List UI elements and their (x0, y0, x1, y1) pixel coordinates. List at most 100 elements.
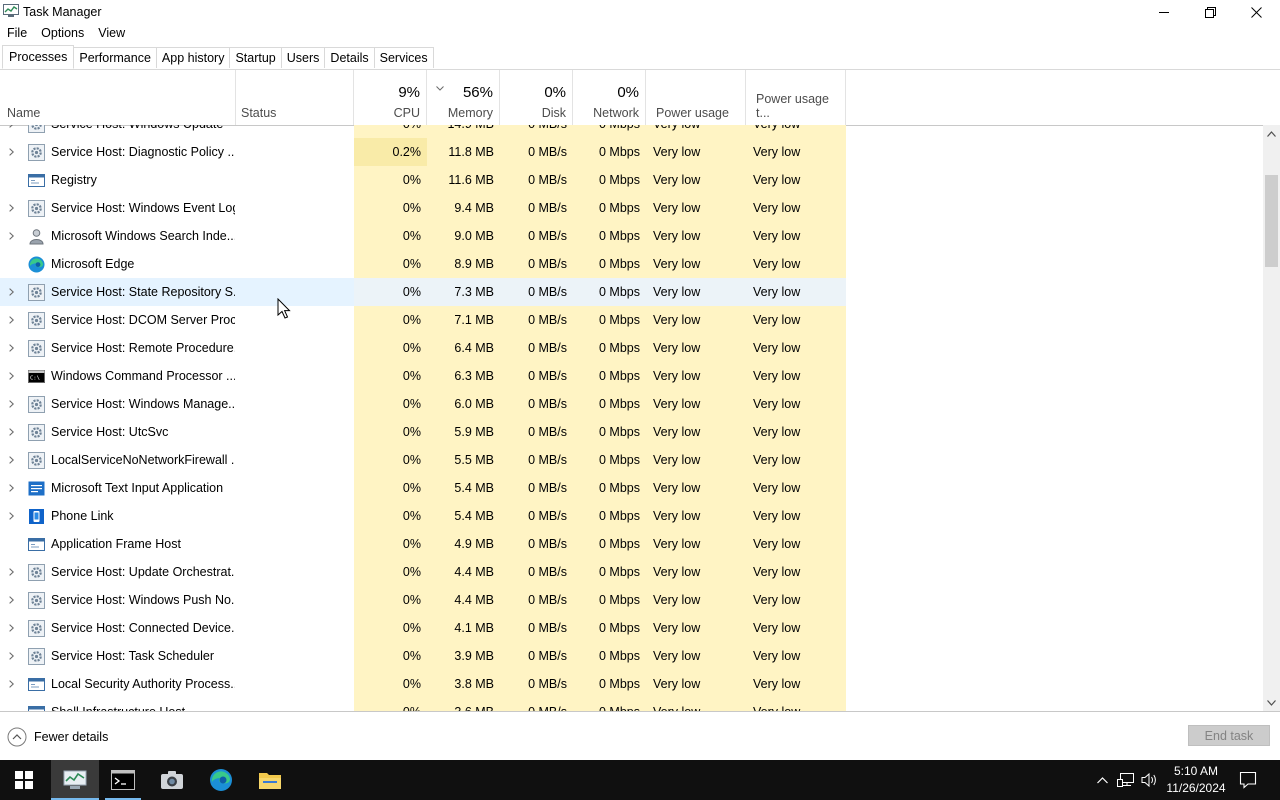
process-name: Service Host: UtcSvc (51, 425, 169, 439)
table-row[interactable]: Service Host: Windows Update 0% 14.9 MB 0 M… (0, 125, 1263, 138)
column-network[interactable]: 0% Network (573, 70, 646, 125)
minimize-button[interactable] (1141, 0, 1187, 24)
table-row[interactable]: Microsoft Edge 0% 8.9 MB 0 MB/s 0 Mbps Very l… (0, 250, 1263, 278)
column-disk[interactable]: 0% Disk (500, 70, 573, 125)
tab-services[interactable]: Services (374, 47, 434, 68)
end-task-button[interactable]: End task (1188, 725, 1270, 746)
chevron-right-icon[interactable] (9, 568, 14, 576)
table-row[interactable]: Service Host: Windows Event Log 0% 9.4 MB 0… (0, 194, 1263, 222)
taskbar-task-manager[interactable] (51, 760, 99, 800)
table-row[interactable]: Local Security Authority Process... 0% 3.8… (0, 670, 1263, 698)
table-row[interactable]: C:\ Windows Command Processor ... 0% 6.3 MB… (0, 362, 1263, 390)
table-row[interactable]: Microsoft Text Input Application 0% 5.4 MB… (0, 474, 1263, 502)
chevron-right-icon[interactable] (9, 232, 14, 240)
power-usage-cell: Very low (646, 362, 746, 390)
chevron-right-icon[interactable] (9, 484, 14, 492)
taskbar-camera[interactable] (148, 760, 196, 800)
table-row[interactable]: Service Host: State Repository S... 0% 7.3… (0, 278, 1263, 306)
menu-options[interactable]: Options (34, 24, 91, 42)
table-row[interactable]: Service Host: Update Orchestrat... 0% 4.4 … (0, 558, 1263, 586)
table-row[interactable]: Service Host: Windows Manage... 0% 6.0 MB 0… (0, 390, 1263, 418)
table-row[interactable]: Service Host: Task Scheduler 0% 3.9 MB 0 MB… (0, 642, 1263, 670)
power-usage-value: Very low (653, 257, 701, 271)
table-row[interactable]: Registry 0% 11.6 MB 0 MB/s 0 Mbps Very low Ver… (0, 166, 1263, 194)
column-power-usage[interactable]: Power usage (646, 70, 746, 125)
tab-processes[interactable]: Processes (2, 45, 75, 69)
vertical-scrollbar[interactable] (1263, 125, 1280, 711)
chevron-right-icon[interactable] (9, 372, 14, 380)
status-cell (235, 586, 354, 614)
close-button[interactable] (1233, 0, 1279, 24)
table-row[interactable]: Service Host: Windows Push No... 0% 4.4 MB… (0, 586, 1263, 614)
column-memory[interactable]: 56% Memory (427, 70, 500, 125)
taskbar-edge[interactable] (197, 760, 245, 800)
menu-view[interactable]: View (91, 24, 132, 42)
taskbar-command-prompt[interactable] (99, 760, 147, 800)
chevron-right-icon[interactable] (9, 400, 14, 408)
power-usage-value: Very low (653, 593, 701, 607)
tab-performance[interactable]: Performance (74, 47, 157, 68)
scroll-up-button[interactable] (1263, 125, 1280, 142)
table-row[interactable]: Shell Infrastructure Host 0%3.6 MB0 MB/s0… (0, 698, 1263, 711)
notifications-button[interactable] (1236, 760, 1260, 800)
chevron-right-icon[interactable] (9, 316, 14, 324)
restore-button[interactable] (1187, 0, 1233, 24)
chevron-right-icon[interactable] (9, 680, 14, 688)
scrollbar-thumb[interactable] (1265, 175, 1278, 267)
table-row[interactable]: Microsoft Windows Search Inde... 0% 9.0 MB… (0, 222, 1263, 250)
table-row[interactable]: Service Host: DCOM Server Proc... 0% 7.1 M… (0, 306, 1263, 334)
memory-value: 6.3 MB (454, 369, 494, 383)
chevron-right-icon[interactable] (9, 652, 14, 660)
tab-users[interactable]: Users (281, 47, 326, 68)
start-button[interactable] (0, 760, 48, 800)
column-cpu[interactable]: 9% CPU (354, 70, 427, 125)
chevron-right-icon[interactable] (9, 148, 14, 156)
table-row[interactable]: Service Host: Diagnostic Policy ... 0.2% 1… (0, 138, 1263, 166)
chevron-right-icon[interactable] (9, 428, 14, 436)
disk-value: 0 MB/s (528, 125, 573, 131)
chevron-right-icon[interactable] (9, 596, 14, 604)
process-list[interactable]: Service Host: Windows Update 0% 14.9 MB 0 M… (0, 125, 1263, 711)
chevron-right-icon[interactable] (9, 456, 14, 464)
table-row[interactable]: Service Host: Remote Procedure... 0% 6.4 M… (0, 334, 1263, 362)
table-row[interactable]: Phone Link 0% 5.4 MB 0 MB/s 0 Mbps Very low Ve… (0, 502, 1263, 530)
table-row[interactable]: Application Frame Host 0% 4.9 MB 0 MB/s 0 Mb… (0, 530, 1263, 558)
tab-startup[interactable]: Startup (230, 47, 282, 68)
chevron-right-icon[interactable] (9, 624, 14, 632)
status-cell (235, 530, 354, 558)
tab-app-history[interactable]: App history (156, 47, 231, 68)
chevron-right-icon[interactable] (9, 512, 14, 520)
volume-tray-button[interactable] (1140, 760, 1160, 800)
power-usage-value: Very low (653, 481, 701, 495)
table-row[interactable]: LocalServiceNoNetworkFirewall ... 0% 5.5 M… (0, 446, 1263, 474)
power-usage-trend-value: Very low (753, 201, 801, 215)
tab-strip: Processes Performance App history Startu… (0, 45, 1280, 70)
column-name[interactable]: Name (0, 70, 236, 125)
show-hidden-icons-button[interactable] (1093, 760, 1111, 800)
chevron-right-icon[interactable] (9, 204, 14, 212)
power-usage-value: Very low (653, 313, 701, 327)
process-name-cell: Service Host: Windows Manage... (0, 390, 235, 418)
memory-cell: 3.6 MB (427, 698, 500, 711)
power-usage-trend-value: Very low (753, 341, 801, 355)
table-row[interactable]: Service Host: UtcSvc 0% 5.9 MB 0 MB/s 0 Mbps… (0, 418, 1263, 446)
cpu-value: 0% (402, 201, 421, 215)
table-row[interactable]: Service Host: Connected Device... 0% 4.1 M… (0, 614, 1263, 642)
column-status[interactable]: Status (235, 70, 354, 125)
taskbar-clock[interactable]: 5:10 AM 11/26/2024 (1160, 763, 1232, 797)
network-tray-button[interactable] (1116, 760, 1136, 800)
column-power-usage-trend[interactable]: Power usage t... (746, 70, 846, 125)
menu-file[interactable]: File (0, 24, 34, 42)
network-cell: 0 Mbps (573, 334, 646, 362)
taskbar-file-explorer[interactable] (246, 760, 294, 800)
text-input-icon (28, 481, 45, 496)
scroll-down-button[interactable] (1263, 694, 1280, 711)
chevron-right-icon[interactable] (9, 125, 14, 128)
chevron-right-icon[interactable] (9, 344, 14, 352)
column-power-usage-trend-label: Power usage t... (756, 92, 829, 120)
service-host-icon (28, 396, 45, 413)
fewer-details-button[interactable]: Fewer details (7, 727, 108, 747)
tab-details[interactable]: Details (325, 47, 375, 68)
process-name: Service Host: Remote Procedure... (51, 341, 235, 355)
chevron-right-icon[interactable] (9, 288, 14, 296)
